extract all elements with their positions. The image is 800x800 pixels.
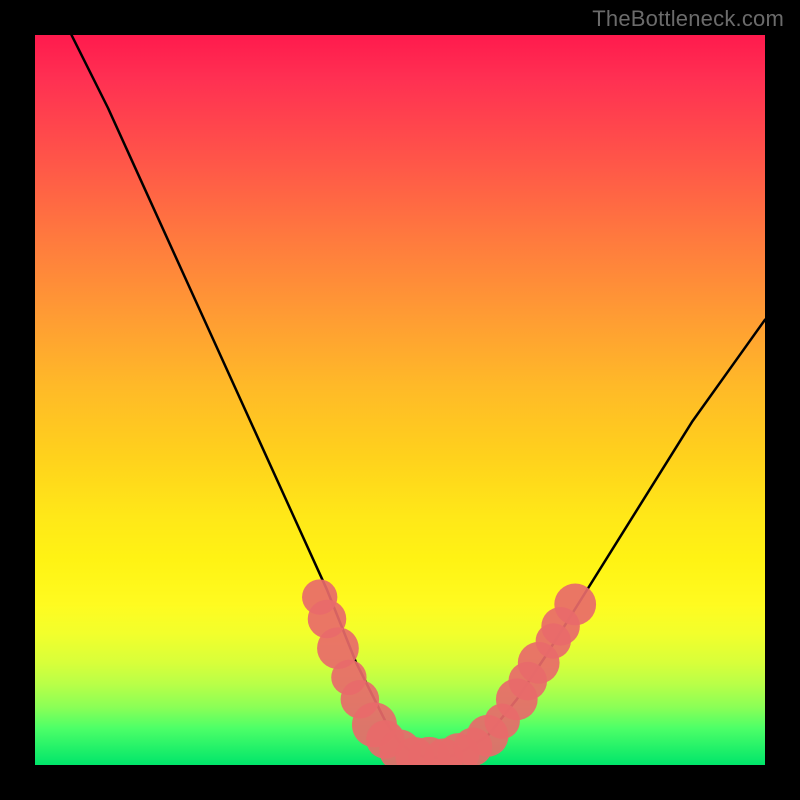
plot-area bbox=[35, 35, 765, 765]
chart-svg bbox=[35, 35, 765, 765]
curve-line bbox=[72, 35, 766, 758]
chart-frame: TheBottleneck.com bbox=[0, 0, 800, 800]
watermark-text: TheBottleneck.com bbox=[592, 6, 784, 32]
data-marker bbox=[554, 584, 596, 626]
